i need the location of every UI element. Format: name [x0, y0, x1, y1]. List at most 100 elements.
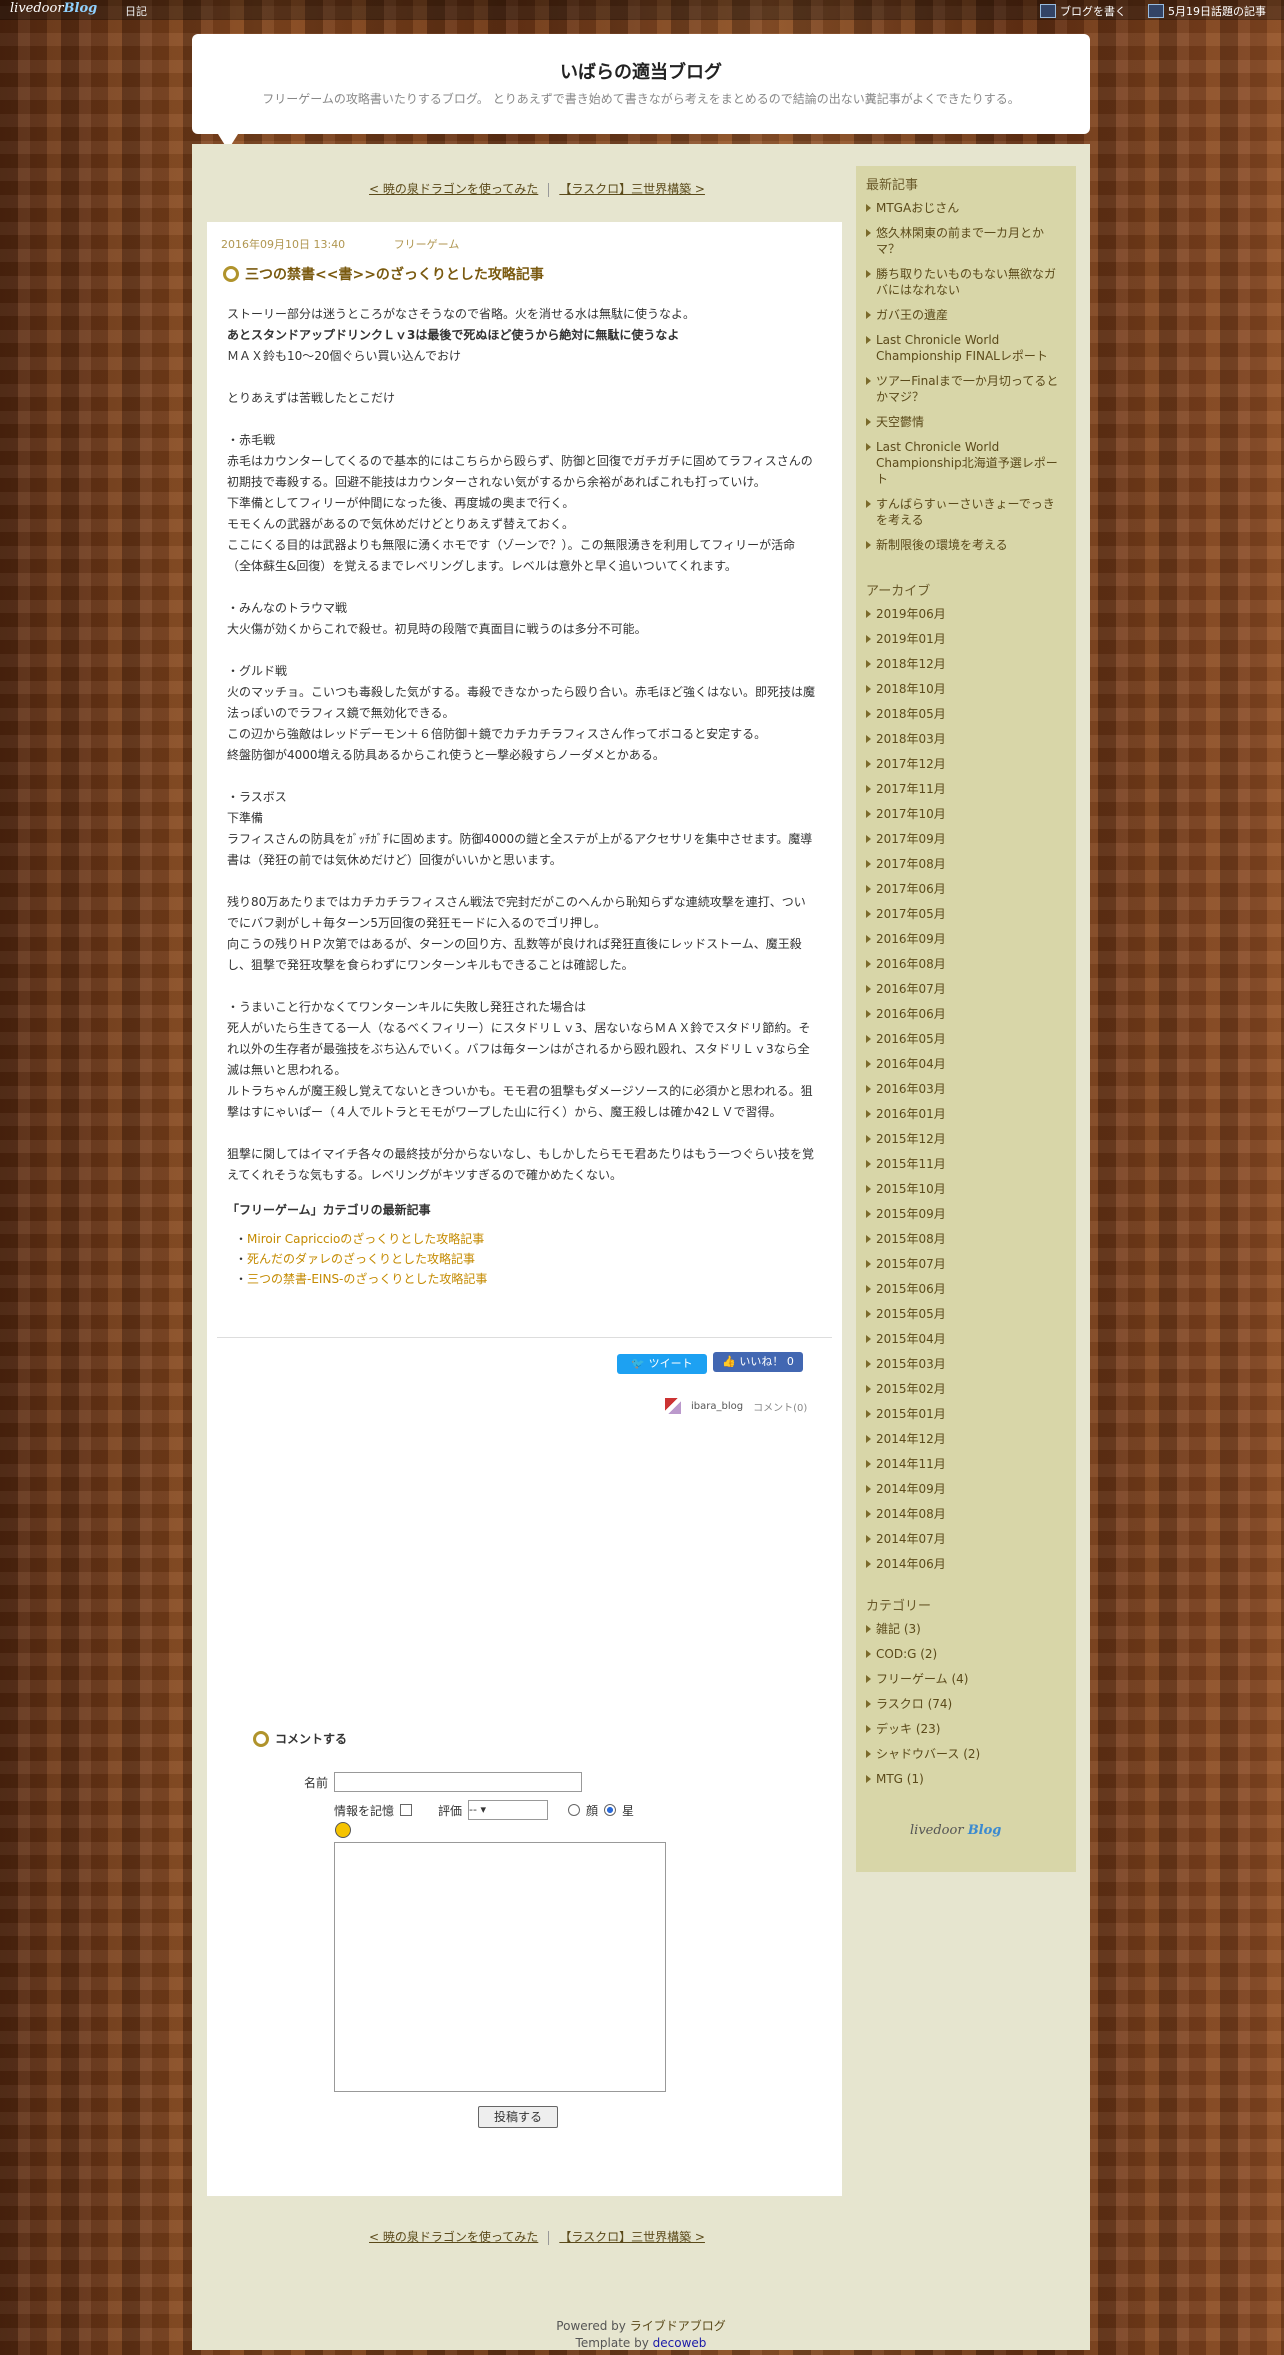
category-link[interactable]: MTG (1): [876, 1772, 924, 1786]
recent-article-link[interactable]: ツアーFinalまで一か月切ってるとかマジ？: [876, 374, 1058, 404]
decoweb-link[interactable]: decoweb: [653, 2336, 707, 2350]
footer: Powered by ライブドアブログ Template by decoweb: [192, 2318, 1090, 2352]
archive-link[interactable]: 2015年11月: [876, 1157, 946, 1171]
archive-link[interactable]: 2015年04月: [876, 1332, 946, 1346]
author-name[interactable]: ibara_blog: [691, 1401, 743, 1412]
category-link[interactable]: シャドウバース (2): [876, 1747, 980, 1761]
next-article-link[interactable]: 【ラスクロ】三世界構築 >: [559, 182, 705, 196]
archive-item: 2015年02月: [866, 1381, 1066, 1397]
archive-item: 2017年08月: [866, 856, 1066, 872]
category-link[interactable]: ラスクロ (74): [876, 1697, 952, 1711]
archive-link[interactable]: 2014年11月: [876, 1457, 946, 1471]
archive-link[interactable]: 2016年03月: [876, 1082, 946, 1096]
archive-link[interactable]: 2016年01月: [876, 1107, 946, 1121]
archive-link[interactable]: 2016年04月: [876, 1057, 946, 1071]
archive-link[interactable]: 2015年10月: [876, 1182, 946, 1196]
remember-checkbox[interactable]: [400, 1804, 413, 1816]
archive-link[interactable]: 2014年08月: [876, 1507, 946, 1521]
archive-item: 2017年06月: [866, 881, 1066, 897]
related-link[interactable]: Miroir Capriccioのざっくりとした攻略記事: [235, 1229, 817, 1249]
archive-link[interactable]: 2017年10月: [876, 807, 946, 821]
archive-link[interactable]: 2014年07月: [876, 1532, 946, 1546]
archive-link[interactable]: 2017年11月: [876, 782, 946, 796]
archive-link[interactable]: 2014年06月: [876, 1557, 946, 1571]
submit-button[interactable]: 投稿する: [478, 2106, 558, 2128]
archive-link[interactable]: 2015年05月: [876, 1307, 946, 1321]
archive-link[interactable]: 2015年02月: [876, 1382, 946, 1396]
recent-article-link[interactable]: すんばらすぃーさいきょーでっきを考える: [876, 497, 1055, 527]
livedoor-link[interactable]: ライブドアブログ: [630, 2319, 726, 2333]
name-label: 名前: [304, 1775, 329, 1790]
comment-textarea[interactable]: [334, 1842, 666, 2092]
next-article-link[interactable]: 【ラスクロ】三世界構築 >: [559, 2230, 705, 2244]
archive-link[interactable]: 2015年03月: [876, 1357, 946, 1371]
recent-article-link[interactable]: 悠久林閑東の前まで一カ月とかマ？: [876, 226, 1044, 256]
archive-link[interactable]: 2019年01月: [876, 632, 946, 646]
livedoor-blog-badge[interactable]: livedoor Blog: [910, 1823, 1001, 1838]
archive-link[interactable]: 2015年06月: [876, 1282, 946, 1296]
archive-link[interactable]: 2015年07月: [876, 1257, 946, 1271]
archive-link[interactable]: 2014年12月: [876, 1432, 946, 1446]
recent-article-link[interactable]: Last Chronicle World Championship FINALレ…: [876, 333, 1048, 363]
topic-link[interactable]: 5月19日話題の記事: [1148, 3, 1266, 19]
recent-article-item: すんばらすぃーさいきょーでっきを考える: [866, 496, 1066, 528]
diary-link[interactable]: 日記: [125, 3, 147, 19]
archive-link[interactable]: 2015年01月: [876, 1407, 946, 1421]
recent-article-link[interactable]: Last Chronicle World Championship北海道予選レポ…: [876, 440, 1058, 486]
archive-link[interactable]: 2018年10月: [876, 682, 946, 696]
archive-link[interactable]: 2018年05月: [876, 707, 946, 721]
archive-link[interactable]: 2018年03月: [876, 732, 946, 746]
recent-article-link[interactable]: 天空鬱情: [876, 415, 924, 429]
prev-article-link[interactable]: < 暁の泉ドラゴンを使ってみた: [369, 182, 538, 196]
archive-link[interactable]: 2014年09月: [876, 1482, 946, 1496]
archive-link[interactable]: 2016年08月: [876, 957, 946, 971]
name-row: 名前: [304, 1772, 583, 1792]
emoji-icon[interactable]: [335, 1822, 351, 1838]
archive-item: 2015年09月: [866, 1206, 1066, 1222]
recent-title: 最新記事: [866, 178, 919, 193]
like-label: いいね！ 0: [739, 1355, 794, 1368]
star-radio[interactable]: [604, 1804, 617, 1816]
recent-article-link[interactable]: 新制限後の環境を考える: [876, 538, 1008, 552]
prev-article-link[interactable]: < 暁の泉ドラゴンを使ってみた: [369, 2230, 538, 2244]
archive-link[interactable]: 2017年05月: [876, 907, 946, 921]
logo-text: livedoor: [10, 1, 64, 16]
archive-item: 2015年08月: [866, 1231, 1066, 1247]
archive-link[interactable]: 2016年05月: [876, 1032, 946, 1046]
related-title: 「フリーゲーム」カテゴリの最新記事: [227, 1203, 431, 1217]
face-radio[interactable]: [568, 1804, 581, 1816]
category-link[interactable]: デッキ (23): [876, 1722, 940, 1736]
related-link[interactable]: 死んだのダァレのざっくりとした攻略記事: [235, 1249, 817, 1269]
rating-select[interactable]: -- ▾: [468, 1800, 549, 1820]
recent-article-link[interactable]: ガバ王の遺産: [876, 308, 948, 322]
write-blog-link[interactable]: ブログを書く: [1040, 3, 1126, 19]
comments-link[interactable]: コメント(0): [753, 1399, 807, 1414]
archive-link[interactable]: 2016年06月: [876, 1007, 946, 1021]
livedoor-blog-logo[interactable]: livedoorBlog: [10, 1, 97, 16]
like-button[interactable]: 👍 いいね！ 0: [713, 1352, 803, 1372]
recent-article-link[interactable]: 勝ち取りたいものもない無欲なガバにはなれない: [876, 267, 1056, 297]
category-link[interactable]: 雑記 (3): [876, 1622, 921, 1636]
archive-link[interactable]: 2017年06月: [876, 882, 946, 896]
blog-title[interactable]: いばらの適当ブログ: [192, 58, 1090, 84]
archive-link[interactable]: 2015年08月: [876, 1232, 946, 1246]
archive-link[interactable]: 2017年09月: [876, 832, 946, 846]
name-input[interactable]: [334, 1772, 583, 1792]
archive-link[interactable]: 2019年06月: [876, 607, 946, 621]
article-category-link[interactable]: フリーゲーム: [394, 238, 460, 251]
category-link[interactable]: フリーゲーム (4): [876, 1672, 968, 1686]
options-row: 情報を記憶 評価 -- ▾ 顔 星: [334, 1800, 634, 1820]
archive-link[interactable]: 2016年09月: [876, 932, 946, 946]
archive-link[interactable]: 2018年12月: [876, 657, 946, 671]
archive-link[interactable]: 2017年12月: [876, 757, 946, 771]
related-link[interactable]: 三つの禁書-EINS-のざっくりとした攻略記事: [235, 1269, 817, 1289]
category-link[interactable]: COD:G (2): [876, 1647, 937, 1661]
category-item: COD:G (2): [866, 1646, 1066, 1662]
author-avatar[interactable]: [665, 1398, 681, 1414]
archive-link[interactable]: 2017年08月: [876, 857, 946, 871]
archive-link[interactable]: 2015年09月: [876, 1207, 946, 1221]
tweet-button[interactable]: 🐦 ツイート: [617, 1354, 707, 1374]
archive-link[interactable]: 2016年07月: [876, 982, 946, 996]
archive-link[interactable]: 2015年12月: [876, 1132, 946, 1146]
recent-article-link[interactable]: MTGAおじさん: [876, 201, 959, 215]
